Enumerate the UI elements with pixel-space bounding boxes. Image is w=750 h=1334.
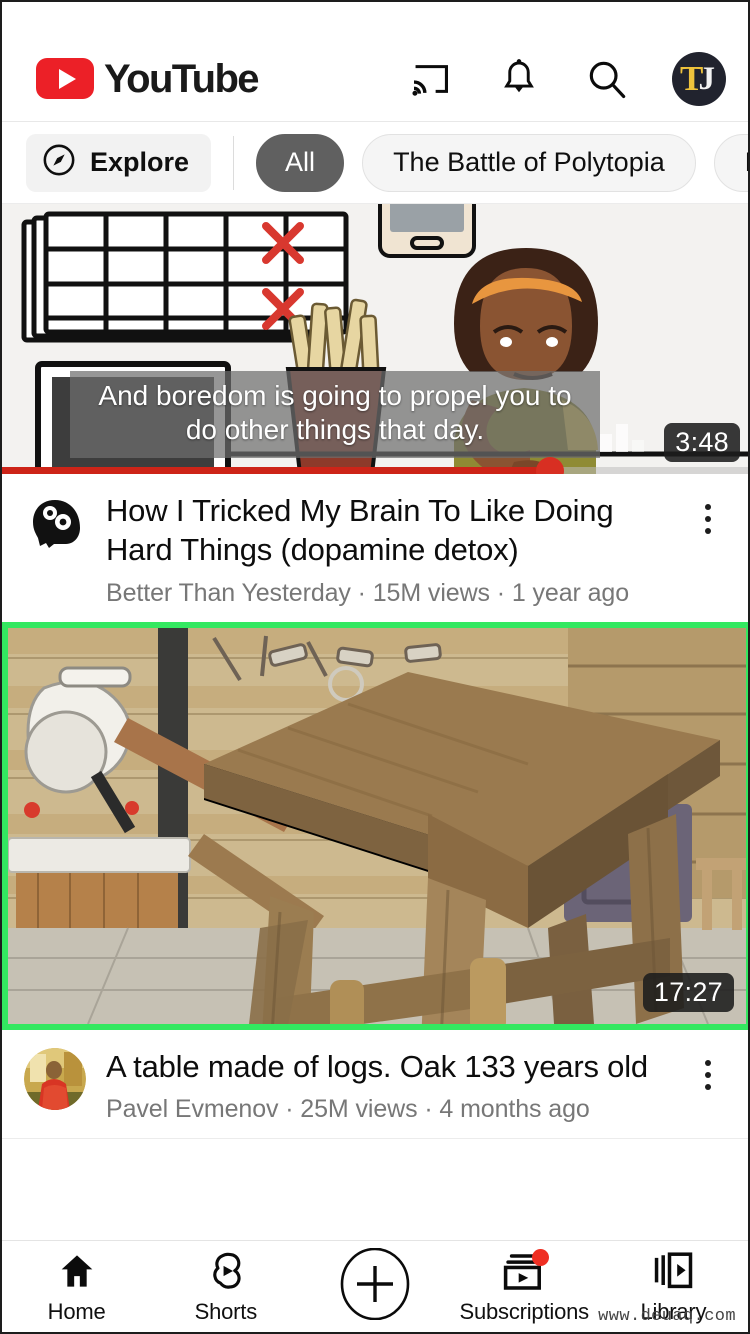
- video-duration-badge-1: 3:48: [664, 423, 740, 462]
- site-watermark: www.deuaq.com: [598, 1307, 736, 1326]
- content-divider: [2, 1138, 748, 1140]
- watch-progress-bar[interactable]: [2, 456, 748, 474]
- nav-item-subscriptions[interactable]: Subscriptions: [450, 1241, 599, 1332]
- account-avatar[interactable]: T J: [672, 51, 726, 106]
- chip-polytopia[interactable]: The Battle of Polytopia: [362, 133, 696, 192]
- avatar-initial-secondary: J: [698, 60, 716, 97]
- video-subtitle-1: Better Than Yesterday · 15M views · 1 ye…: [106, 578, 630, 607]
- video-title-1[interactable]: How I Tricked My Brain To Like Doing Har…: [106, 492, 664, 570]
- create-plus-icon: [339, 1247, 411, 1320]
- nav-label-subscriptions: Subscriptions: [459, 1298, 589, 1324]
- video-duration-badge-2: 17:27: [642, 972, 734, 1012]
- home-icon: [56, 1249, 98, 1293]
- video-card-2[interactable]: 17:27 A table made of logs. Oak 133 year…: [2, 621, 748, 1139]
- status-bar: [2, 2, 748, 36]
- video-title-2[interactable]: A table made of logs. Oak 133 years old: [106, 1048, 664, 1087]
- shorts-icon: [205, 1249, 247, 1293]
- video-menu-button-2[interactable]: [684, 1048, 732, 1090]
- nav-label-shorts: Shorts: [194, 1298, 258, 1324]
- video-card-1[interactable]: And boredom is going to propel you to do…: [2, 204, 748, 622]
- nav-item-home[interactable]: Home: [2, 1241, 151, 1332]
- video-thumbnail-1[interactable]: And boredom is going to propel you to do…: [2, 204, 748, 474]
- nav-label-home: Home: [47, 1298, 106, 1324]
- header-actions: T J: [408, 51, 726, 106]
- video-meta-2[interactable]: A table made of logs. Oak 133 years old …: [2, 1029, 748, 1139]
- youtube-logo[interactable]: YouTube: [36, 56, 260, 101]
- video-thumbnail-2[interactable]: 17:27: [2, 621, 748, 1030]
- video-subtitle-2: Pavel Evmenov · 25M views · 4 months ago: [106, 1095, 590, 1124]
- app-header: YouTube T J: [2, 36, 748, 122]
- subscriptions-icon: [501, 1248, 550, 1293]
- chip-explore-label: Explore: [90, 147, 190, 177]
- bell-icon[interactable]: [496, 56, 542, 102]
- cast-icon[interactable]: [408, 56, 454, 102]
- search-icon[interactable]: [584, 56, 630, 102]
- video-meta-1[interactable]: How I Tricked My Brain To Like Doing Har…: [2, 474, 748, 622]
- filter-chips-row[interactable]: Explore All The Battle of Polytopia R: [2, 122, 748, 204]
- bottom-navigation: Home Shorts Subscriptions Library www.de…: [2, 1240, 748, 1332]
- nav-item-shorts[interactable]: Shorts: [151, 1241, 300, 1332]
- library-icon: [651, 1249, 695, 1293]
- nav-item-create[interactable]: [300, 1241, 449, 1332]
- video-menu-button-1[interactable]: [684, 492, 732, 534]
- watch-progress-fill: [2, 467, 550, 474]
- brand-wordmark: YouTube: [104, 56, 260, 101]
- channel-avatar-2[interactable]: [24, 1047, 86, 1110]
- video-caption-overlay: And boredom is going to propel you to do…: [70, 370, 600, 458]
- channel-avatar-1[interactable]: [24, 492, 86, 554]
- video-text-block-1: How I Tricked My Brain To Like Doing Har…: [106, 492, 664, 608]
- youtube-play-icon: [36, 58, 94, 99]
- chip-explore[interactable]: Explore: [26, 133, 212, 192]
- chips-divider: [233, 135, 235, 190]
- chip-partial[interactable]: R: [713, 133, 748, 192]
- compass-icon: [42, 143, 76, 182]
- video-text-block-2: A table made of logs. Oak 133 years old …: [106, 1048, 664, 1125]
- chip-all[interactable]: All: [256, 133, 345, 192]
- subscriptions-badge-dot: [532, 1248, 550, 1266]
- video-stats-bars-icon: [600, 424, 644, 452]
- youtube-mobile-app: YouTube T J Explore All The Battle of Po…: [0, 0, 750, 1334]
